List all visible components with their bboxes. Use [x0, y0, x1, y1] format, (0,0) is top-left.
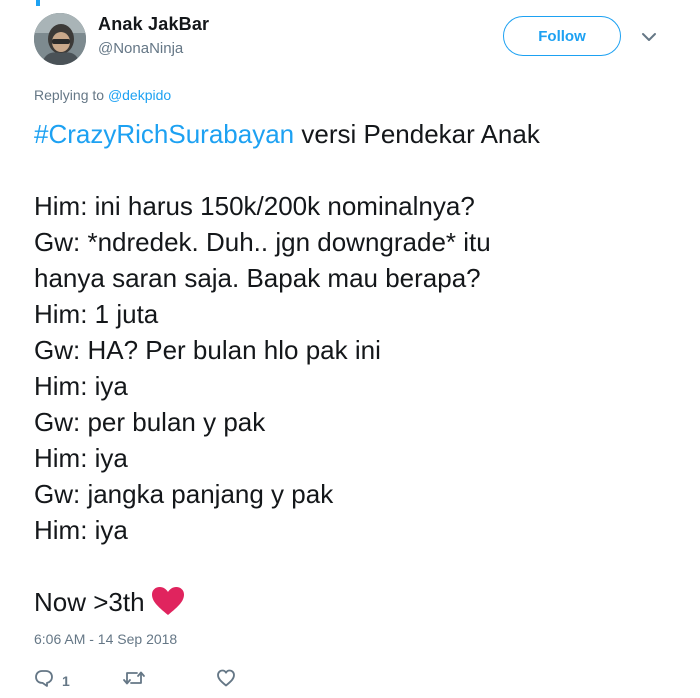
tweet-line: Him: iya [34, 443, 128, 473]
tweet-actions: 1 [34, 668, 334, 690]
closing-text: Now >3th [34, 587, 145, 617]
heart-outline-icon [216, 668, 236, 693]
tweet-headline: #CrazyRichSurabayan versi Pendekar Anak [34, 116, 674, 152]
red-heart-icon [151, 586, 185, 625]
headline-text: versi Pendekar Anak [294, 119, 540, 149]
reply-mention-link[interactable]: @dekpido [108, 87, 171, 103]
reply-button[interactable]: 1 [34, 668, 70, 693]
tweet-text: #CrazyRichSurabayan versi Pendekar Anak … [34, 116, 674, 620]
author-handle[interactable]: @NonaNinja [98, 40, 183, 57]
tweet-line: Him: 1 juta [34, 299, 159, 329]
tweet-line: Him: iya [34, 371, 128, 401]
retweet-icon [122, 668, 146, 693]
tweet-line: Gw: jangka panjang y pak [34, 479, 334, 509]
replying-to-line: Replying to @dekpido [34, 87, 171, 103]
top-accent-bar [36, 0, 40, 6]
tweet-line: hanya saran saja. Bapak mau berapa? [34, 263, 481, 293]
tweet-line: Gw: HA? Per bulan hlo pak ini [34, 335, 381, 365]
tweet-line: Gw: per bulan y pak [34, 407, 266, 437]
like-button[interactable] [216, 668, 244, 693]
reply-icon [34, 668, 54, 693]
hashtag-link[interactable]: #CrazyRichSurabayan [34, 119, 294, 149]
tweet-line: Gw: *ndredek. Duh.. jgn downgrade* itu [34, 227, 491, 257]
tweet-timestamp[interactable]: 6:06 AM - 14 Sep 2018 [34, 631, 177, 647]
follow-button[interactable]: Follow [503, 16, 621, 56]
tweet-line: Him: ini harus 150k/200k nominalnya? [34, 191, 475, 221]
avatar[interactable] [34, 13, 86, 65]
tweet-line: Him: iya [34, 515, 128, 545]
reply-count: 1 [62, 672, 70, 689]
author-display-name[interactable]: Anak JakBar [98, 14, 209, 35]
tweet-card: Anak JakBar @NonaNinja Follow Replying t… [0, 0, 700, 698]
replying-to-label: Replying to [34, 87, 108, 103]
tweet-closing: Now >3th [34, 584, 674, 620]
chevron-down-icon[interactable] [640, 30, 658, 44]
retweet-button[interactable] [122, 668, 154, 693]
